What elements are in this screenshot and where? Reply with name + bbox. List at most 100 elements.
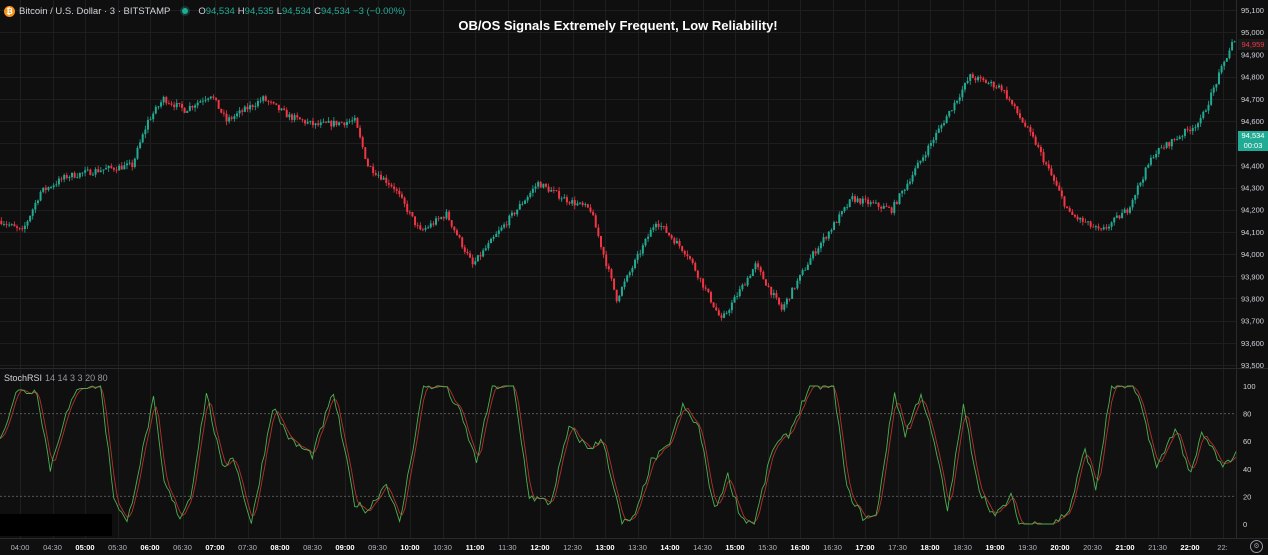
time-axis-label: 12:00 xyxy=(530,543,549,552)
candle-body xyxy=(901,190,904,194)
candle-body xyxy=(23,225,26,230)
candle-body xyxy=(230,117,233,119)
candle-body xyxy=(992,81,995,88)
candle-body xyxy=(654,223,657,228)
candle-body xyxy=(81,172,84,174)
indicator-name[interactable]: StochRSI xyxy=(4,373,42,383)
candle-body xyxy=(843,207,846,212)
candle-body xyxy=(694,262,697,271)
candle-body xyxy=(950,110,953,112)
candle-body xyxy=(594,215,597,228)
candle-body xyxy=(757,263,760,268)
candle-body xyxy=(1136,185,1139,195)
candle-body xyxy=(817,248,820,254)
time-axis-label: 14:30 xyxy=(693,543,712,552)
candle-body xyxy=(118,165,121,171)
candle-body xyxy=(898,193,901,204)
time-axis-label: 08:30 xyxy=(303,543,322,552)
candle-body xyxy=(348,121,351,123)
candle-body xyxy=(309,120,312,122)
indicator-legend[interactable]: StochRSI 14 14 3 3 20 80 xyxy=(4,373,108,383)
candle-body xyxy=(160,102,163,107)
stochrsi-axis[interactable]: 100 80 60 40 20 0 xyxy=(1243,382,1256,529)
candle-body xyxy=(1113,217,1116,223)
candle-body xyxy=(542,183,545,188)
candle-body xyxy=(26,221,29,226)
time-axis-label: 22:00 xyxy=(1180,543,1199,552)
candle-body xyxy=(262,96,265,101)
candle-body xyxy=(819,242,822,249)
candle-body xyxy=(529,192,532,197)
candle-body xyxy=(851,196,854,200)
candle-body xyxy=(1058,185,1061,191)
candle-body xyxy=(1162,147,1165,149)
candle-body xyxy=(937,128,940,133)
candle-body xyxy=(76,177,79,178)
candle-body xyxy=(304,120,307,124)
candle-body xyxy=(1183,128,1186,136)
candle-body xyxy=(296,115,299,118)
candle-body xyxy=(39,191,42,201)
time-axis-label: 19:00 xyxy=(985,543,1004,552)
candle-body xyxy=(63,175,66,180)
candle-body xyxy=(966,80,969,84)
candle-body xyxy=(353,117,356,121)
candle-body xyxy=(589,207,592,212)
settings-icon[interactable]: ⚙ xyxy=(1250,540,1263,553)
candle-body xyxy=(853,196,856,202)
candle-body xyxy=(136,147,139,159)
candle-body xyxy=(1089,221,1092,227)
candle-body xyxy=(592,211,595,216)
candle-body xyxy=(382,177,385,180)
price-axis-label: 95,000 xyxy=(1241,28,1264,37)
candle-body xyxy=(484,248,487,251)
candle-body xyxy=(448,211,451,221)
candle-body xyxy=(1134,194,1137,200)
candle-body xyxy=(1032,132,1035,137)
candle-body xyxy=(709,292,712,303)
symbol-title[interactable]: Bitcoin / U.S. Dollar · 3 · BITSTAMP xyxy=(19,6,170,17)
symbol-legend[interactable]: ₿ Bitcoin / U.S. Dollar · 3 · BITSTAMP O… xyxy=(4,3,408,19)
candle-body xyxy=(1176,138,1179,140)
candle-body xyxy=(814,251,817,254)
redaction-box xyxy=(0,514,112,536)
candle-body xyxy=(584,204,587,206)
candle-body xyxy=(636,253,639,260)
candle-body xyxy=(1105,227,1108,229)
candle-body xyxy=(408,211,411,213)
candle-body xyxy=(1149,157,1152,165)
candle-body xyxy=(914,168,917,176)
candle-body xyxy=(1037,144,1040,147)
candle-body xyxy=(602,247,605,255)
candle-body xyxy=(479,255,482,257)
time-axis[interactable]: 04:00 04:30 05:00 05:30 06:00 06:30 07:00 07:30… xyxy=(11,543,1228,552)
candle-body xyxy=(497,230,500,234)
candle-body xyxy=(1223,61,1226,67)
candle-body xyxy=(513,212,516,215)
candle-body xyxy=(65,175,68,179)
candle-body xyxy=(280,108,283,111)
candle-body xyxy=(906,183,909,190)
candle-body xyxy=(555,190,558,192)
candle-body xyxy=(741,284,744,290)
candle-body xyxy=(1016,106,1019,114)
candle-body xyxy=(856,198,859,202)
candle-body xyxy=(327,120,330,123)
candle-body xyxy=(440,217,443,219)
candle-body xyxy=(762,271,765,280)
candle-body xyxy=(359,127,362,138)
time-axis-label: 11:00 xyxy=(466,543,485,552)
candle-body xyxy=(888,207,891,208)
candle-body xyxy=(744,284,746,286)
candle-body xyxy=(380,174,383,180)
candle-body xyxy=(1207,104,1210,111)
price-axis-label: 93,800 xyxy=(1241,294,1264,303)
candle-body xyxy=(916,162,919,169)
candle-body xyxy=(618,295,621,302)
candle-body xyxy=(165,97,168,104)
candle-body xyxy=(728,310,731,313)
price-axis[interactable]: 95,100 95,000 94,900 94,800 94,700 94,600 94,5… xyxy=(1241,6,1264,370)
candle-body xyxy=(526,196,529,201)
candle-body xyxy=(1204,110,1207,112)
chart-canvas[interactable]: 95,100 95,000 94,900 94,800 94,700 94,600 94,5… xyxy=(0,0,1268,555)
